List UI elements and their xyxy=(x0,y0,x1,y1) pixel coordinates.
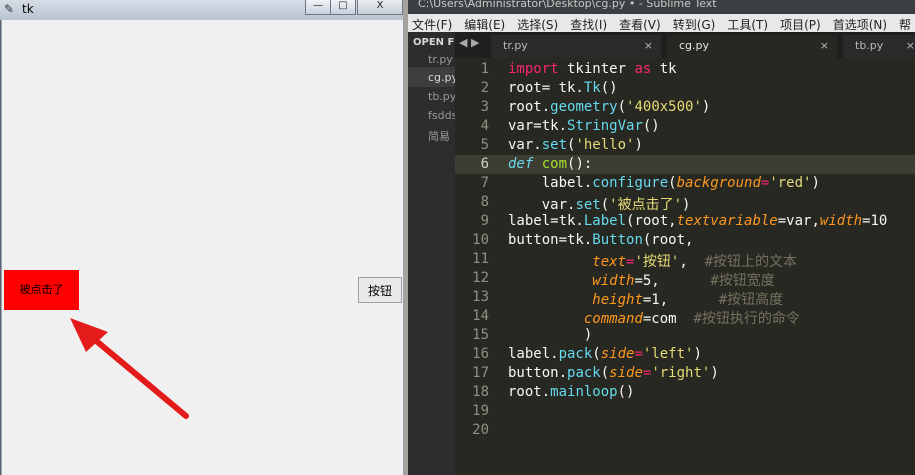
code-line-17: button.pack(side='right') xyxy=(508,365,719,381)
line-number: 17 xyxy=(472,365,489,381)
line-number: 14 xyxy=(472,308,489,324)
clicked-label: 被点击了 xyxy=(4,270,79,310)
tk-titlebar[interactable]: ✎ tk — □ X xyxy=(0,0,403,20)
code-line-3: root.geometry('400x500') xyxy=(508,99,711,115)
menu-view[interactable]: 查看(V) xyxy=(615,14,661,32)
line-number-gutter: 1 2 3 4 5 6 7 8 9 10 11 12 13 14 15 16 1… xyxy=(455,58,500,475)
line-number: 10 xyxy=(472,232,489,248)
code-line-13: height=1, #按钮高度 xyxy=(592,292,784,308)
tab-label: tb.py xyxy=(855,39,884,52)
line-number: 16 xyxy=(472,346,489,362)
red-arrow-annotation xyxy=(70,318,189,419)
menu-goto[interactable]: 转到(G) xyxy=(669,14,716,32)
code-line-1: import tkinter as tk xyxy=(508,61,677,77)
code-line-4: var=tk.StringVar() xyxy=(508,118,660,134)
code-line-5: var.set('hello') xyxy=(508,137,643,153)
menu-preferences[interactable]: 首选项(N) xyxy=(829,14,887,32)
minimize-button[interactable]: — xyxy=(305,0,331,15)
code-line-2: root= tk.Tk() xyxy=(508,80,618,96)
line-number: 8 xyxy=(480,194,489,210)
code-line-12: width=5, #按钮宽度 xyxy=(592,273,775,289)
tab-close-icon[interactable]: × xyxy=(644,35,653,57)
sidebar-item-simple[interactable]: 简易 xyxy=(428,128,450,144)
menu-find[interactable]: 查找(I) xyxy=(566,14,607,32)
line-number: 1 xyxy=(480,61,489,77)
code-line-9: label=tk.Label(root,textvariable=var,wid… xyxy=(508,213,888,229)
tab-cg[interactable]: cg.py × xyxy=(667,35,837,58)
line-number: 13 xyxy=(472,289,489,305)
menu-selection[interactable]: 选择(S) xyxy=(513,14,558,32)
code-line-10: button=tk.Button(root, xyxy=(508,232,694,248)
line-number: 15 xyxy=(472,327,489,343)
menu-tools[interactable]: 工具(T) xyxy=(723,14,768,32)
code-line-11: text='按钮', #按钮上的文本 xyxy=(592,254,798,270)
sublime-window-title: C:\Users\Administrator\Desktop\cg.py • -… xyxy=(418,0,717,10)
menu-file[interactable]: 文件(F) xyxy=(408,14,452,32)
line-number: 6 xyxy=(480,156,489,172)
line-number: 9 xyxy=(480,213,489,229)
sidebar-header: OPEN FI xyxy=(413,37,455,48)
tk-client-area: 被点击了 按钮 xyxy=(1,20,404,475)
tab-close-icon[interactable]: × xyxy=(906,35,915,57)
sidebar-item-cg[interactable]: cg.py xyxy=(428,71,455,84)
line-number: 5 xyxy=(480,137,489,153)
tab-nav-arrows-icon[interactable]: ◀ ▶ xyxy=(459,36,479,49)
sidebar-item-tb[interactable]: tb.py xyxy=(428,90,455,103)
menu-project[interactable]: 项目(P) xyxy=(776,14,821,32)
code-line-8: var.set('被点击了') xyxy=(508,197,691,213)
menu-edit[interactable]: 编辑(E) xyxy=(460,14,505,32)
tab-tr[interactable]: tr.py × xyxy=(491,35,661,58)
tab-tb[interactable]: tb.py × xyxy=(843,35,915,58)
maximize-button[interactable]: □ xyxy=(330,0,356,15)
code-line-6: def com(): xyxy=(508,156,593,172)
line-number: 4 xyxy=(480,118,489,134)
line-number: 12 xyxy=(472,270,489,286)
menu-help[interactable]: 帮 xyxy=(895,14,911,32)
tab-close-icon[interactable]: × xyxy=(820,35,829,57)
code-line-15: ) xyxy=(508,327,593,343)
menu-bar: 文件(F) 编辑(E) 选择(S) 查找(I) 查看(V) 转到(G) 工具(T) 项目(P)… xyxy=(408,14,915,32)
code-line-18: root.mainloop() xyxy=(508,384,635,400)
tab-bar: ◀ ▶ tr.py × cg.py × tb.py × xyxy=(455,32,915,58)
line-number: 2 xyxy=(480,80,489,96)
line-number: 7 xyxy=(480,175,489,191)
line-number: 20 xyxy=(472,422,489,438)
line-number: 19 xyxy=(472,403,489,419)
code-line-7: label.configure(background='red') xyxy=(508,175,820,191)
sublime-window: C:\Users\Administrator\Desktop\cg.py • -… xyxy=(408,0,915,475)
tab-label: tr.py xyxy=(503,39,528,52)
sidebar-item-fsdds[interactable]: fsdds xyxy=(428,109,455,122)
tk-window-title: tk xyxy=(22,2,34,16)
line-number: 3 xyxy=(480,99,489,115)
code-line-14: command=com #按钮执行的命令 xyxy=(583,311,800,327)
sublime-titlebar[interactable]: C:\Users\Administrator\Desktop\cg.py • -… xyxy=(408,0,915,14)
close-button[interactable]: X xyxy=(357,0,403,15)
tk-button[interactable]: 按钮 xyxy=(358,277,402,303)
feather-icon: ✎ xyxy=(4,2,15,16)
tk-window: ✎ tk — □ X 被点击了 按钮 xyxy=(0,0,404,475)
sidebar: OPEN FI tr.py cg.py tb.py fsdds 简易 xyxy=(408,32,455,475)
code-editor[interactable]: import tkinter as tk root= tk.Tk() root.… xyxy=(500,58,915,475)
line-number: 11 xyxy=(472,251,489,267)
sidebar-item-tr[interactable]: tr.py xyxy=(428,53,453,66)
code-line-16: label.pack(side='left') xyxy=(508,346,702,362)
tab-label: cg.py xyxy=(679,39,710,52)
line-number: 18 xyxy=(472,384,489,400)
